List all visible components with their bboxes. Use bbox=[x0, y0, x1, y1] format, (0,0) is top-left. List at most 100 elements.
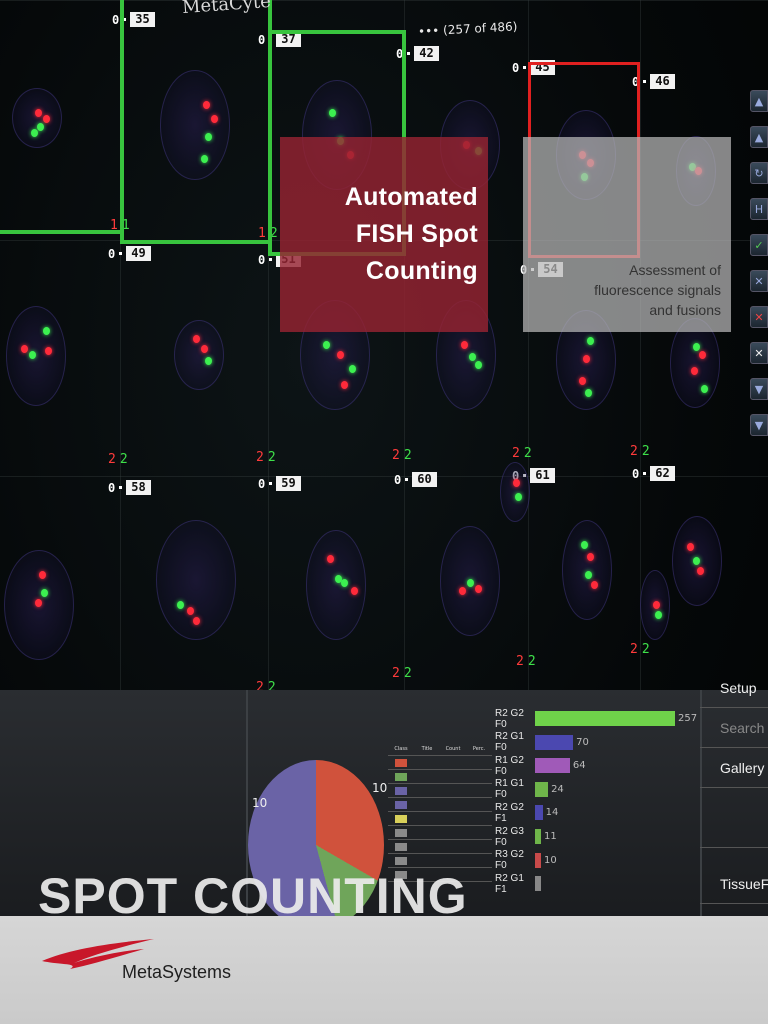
pie-label: 10 bbox=[372, 781, 388, 795]
selection-frame bbox=[120, 0, 272, 244]
table-row[interactable] bbox=[388, 756, 492, 770]
bar[interactable] bbox=[535, 734, 574, 750]
subtitle-line: and fusions bbox=[649, 302, 721, 318]
cell-number: 62 bbox=[650, 466, 675, 481]
table-row[interactable] bbox=[388, 826, 492, 840]
bar[interactable] bbox=[535, 852, 541, 868]
cell-marker bbox=[643, 80, 647, 83]
arrow-down-icon[interactable]: ▼ bbox=[750, 414, 768, 436]
red-spot bbox=[579, 377, 586, 385]
bar-value: 24 bbox=[551, 783, 564, 795]
bar[interactable] bbox=[535, 711, 675, 726]
menu-item-gallery[interactable]: Gallery bbox=[700, 748, 768, 788]
bar[interactable] bbox=[535, 876, 541, 892]
table-header-cell: Class bbox=[394, 745, 408, 752]
red-count: 2 bbox=[392, 448, 400, 463]
bar-row: R3 G2 F0 10 bbox=[495, 849, 557, 871]
green-count: 2 bbox=[527, 654, 536, 669]
class-swatch bbox=[395, 814, 407, 823]
class-swatch bbox=[395, 856, 407, 865]
spot-count: 22 bbox=[516, 654, 536, 669]
table-cell bbox=[388, 800, 414, 809]
table-row[interactable] bbox=[388, 798, 492, 812]
pie-label: 10 bbox=[252, 796, 268, 810]
menu-item-search[interactable]: Search bbox=[700, 708, 768, 748]
refresh-icon[interactable]: ↻ bbox=[750, 162, 768, 184]
cell-nucleus[interactable] bbox=[174, 320, 224, 390]
cell-marker bbox=[119, 252, 123, 255]
selection-frame bbox=[0, 0, 124, 234]
bar[interactable] bbox=[535, 805, 543, 821]
menu-item-setup[interactable]: Setup bbox=[700, 668, 768, 708]
cell-zero: 0 bbox=[108, 480, 116, 495]
green-spot bbox=[341, 579, 348, 587]
cell-nucleus[interactable] bbox=[4, 550, 74, 660]
title-overlay: Automated FISH Spot Counting bbox=[280, 137, 488, 332]
cell-nucleus[interactable] bbox=[156, 520, 236, 640]
cell-gallery: 0350370420450460490510540580590600610621… bbox=[0, 0, 768, 740]
right-toolbar: ▲ ▲ ↻ H ✓ ✕ ✕ ✕ ▼ ▼ bbox=[750, 90, 768, 450]
bar[interactable] bbox=[535, 781, 549, 797]
bar[interactable] bbox=[535, 829, 541, 844]
red-spot bbox=[583, 355, 590, 363]
cell-label[interactable]: 0 49 bbox=[108, 246, 151, 261]
cell-number: 59 bbox=[276, 476, 301, 491]
arrow-up-icon[interactable]: ▲ bbox=[750, 90, 768, 112]
subtitle-line: fluorescence signals bbox=[594, 282, 721, 298]
cross-white-icon[interactable]: ✕ bbox=[750, 342, 768, 364]
table-row[interactable] bbox=[388, 812, 492, 826]
green-spot bbox=[29, 351, 36, 359]
bar-value: 64 bbox=[572, 760, 586, 772]
green-spot bbox=[585, 571, 592, 579]
table-row[interactable] bbox=[388, 784, 492, 798]
red-count: 2 bbox=[256, 450, 264, 465]
cell-label[interactable]: 0 59 bbox=[258, 476, 301, 491]
bar-value: 11 bbox=[544, 831, 557, 842]
table-header-cell: Title bbox=[421, 745, 433, 752]
table-row[interactable] bbox=[388, 840, 492, 854]
cross-blue-icon[interactable]: ✕ bbox=[750, 270, 768, 292]
red-spot bbox=[699, 351, 706, 359]
red-spot bbox=[45, 347, 52, 355]
cell-nucleus[interactable] bbox=[672, 516, 722, 606]
class-swatch bbox=[395, 772, 407, 781]
bar-value: 14 bbox=[545, 807, 559, 819]
menu-item-blank[interactable] bbox=[700, 808, 768, 848]
cross-red-icon[interactable]: ✕ bbox=[750, 306, 768, 328]
arrow-up-icon[interactable]: ▲ bbox=[750, 126, 768, 148]
cell-label[interactable]: 0 62 bbox=[632, 466, 675, 481]
title-line: FISH Spot bbox=[355, 220, 478, 248]
green-spot bbox=[323, 341, 330, 349]
cell-nucleus[interactable] bbox=[562, 520, 612, 620]
cell-nucleus[interactable] bbox=[640, 570, 670, 640]
cell-zero: 0 bbox=[258, 476, 266, 491]
cell-marker bbox=[407, 52, 411, 55]
arrow-down-icon[interactable]: ▼ bbox=[750, 378, 768, 400]
green-spot bbox=[177, 601, 184, 609]
cell-nucleus[interactable] bbox=[440, 526, 500, 636]
green-spot bbox=[655, 611, 662, 619]
class-swatch bbox=[395, 800, 407, 809]
bar-row: R2 G1 F0 70 bbox=[495, 731, 589, 754]
h-icon[interactable]: H bbox=[750, 198, 768, 220]
cell-label[interactable]: 0 60 bbox=[394, 472, 437, 487]
bar-label: R2 G1 F0 bbox=[495, 731, 524, 754]
bar-label: R2 G2 F0 bbox=[495, 707, 524, 730]
table-row[interactable] bbox=[388, 770, 492, 784]
spot-count: 22 bbox=[392, 666, 412, 681]
cell-marker bbox=[523, 66, 527, 69]
bar[interactable] bbox=[535, 758, 570, 774]
check-icon[interactable]: ✓ bbox=[750, 234, 768, 256]
more-icon[interactable]: ••• bbox=[418, 24, 440, 39]
bar-row: R2 G1 F1 bbox=[495, 873, 544, 895]
bar-value: 70 bbox=[576, 736, 589, 748]
menu-item-tissuefish[interactable]: TissueFISH bbox=[700, 864, 768, 904]
cell-nucleus[interactable] bbox=[500, 462, 530, 522]
cell-nucleus[interactable] bbox=[6, 306, 66, 406]
green-spot bbox=[693, 343, 700, 351]
red-spot bbox=[587, 553, 594, 561]
cell-nucleus[interactable] bbox=[306, 530, 366, 640]
cell-label[interactable]: 0 58 bbox=[108, 480, 151, 495]
class-swatch bbox=[395, 828, 407, 837]
cell-marker bbox=[119, 486, 123, 489]
